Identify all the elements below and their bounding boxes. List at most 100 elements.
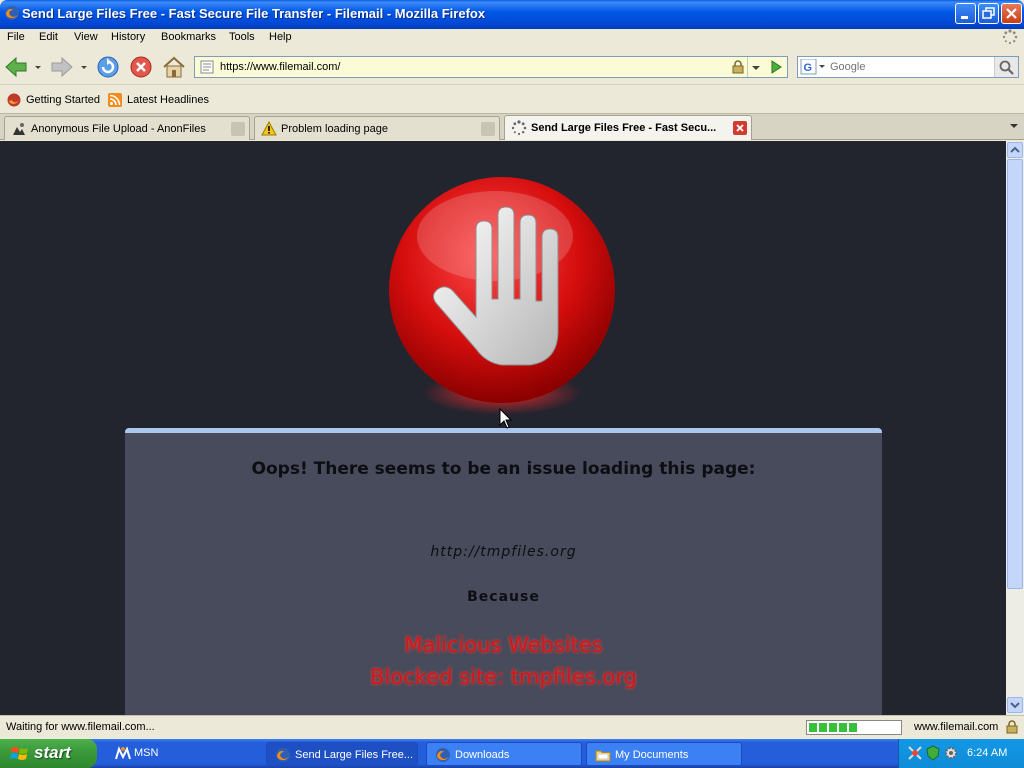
error-heading: Oops! There seems to be an issue loading…	[251, 459, 756, 479]
block-reason: Malicious Websites	[404, 633, 603, 657]
mouse-cursor-icon	[499, 408, 513, 429]
rss-feed-icon	[108, 93, 122, 107]
windows-taskbar: start MSN Send Large Files Free... Downl…	[0, 739, 1024, 768]
tab-label: Anonymous File Upload - AnonFiles	[31, 123, 206, 135]
system-tray: 6:24 AM	[898, 739, 1024, 768]
page-favicon-icon	[200, 60, 214, 74]
stop-icon	[130, 56, 152, 78]
tab-anonfiles[interactable]: Anonymous File Upload - AnonFiles	[4, 116, 250, 140]
taskbar-firefox-window[interactable]: Send Large Files Free...	[266, 742, 418, 766]
tab-close-button[interactable]	[481, 122, 495, 136]
status-domain: www.filemail.com	[914, 721, 999, 733]
menu-help[interactable]: Help	[269, 31, 292, 43]
security-lock-icon[interactable]	[731, 60, 745, 74]
status-text: Waiting for www.filemail.com...	[6, 721, 155, 733]
stop-button[interactable]	[127, 53, 155, 81]
bookmark-label: Latest Headlines	[127, 94, 209, 106]
bookmark-getting-started[interactable]: Getting Started	[6, 92, 102, 108]
security-shield-icon[interactable]	[925, 745, 941, 761]
window-titlebar[interactable]: Send Large Files Free - Fast Secure File…	[0, 0, 1024, 29]
menu-edit[interactable]: Edit	[39, 31, 58, 43]
minimize-button[interactable]	[955, 3, 976, 24]
reload-button[interactable]	[94, 53, 122, 81]
firefox-icon	[5, 6, 19, 20]
chevron-down-icon	[752, 66, 760, 70]
magnifier-icon	[999, 60, 1014, 75]
search-button[interactable]	[994, 57, 1018, 77]
close-icon	[1006, 8, 1017, 19]
taskbar-item-label: Send Large Files Free...	[295, 749, 414, 761]
tab-close-button[interactable]	[231, 122, 245, 136]
tab-strip: Anonymous File Upload - AnonFiles Proble…	[0, 113, 1024, 140]
scroll-up-button[interactable]	[1007, 142, 1023, 158]
search-input[interactable]	[830, 61, 990, 73]
network-tools-icon[interactable]	[907, 745, 923, 761]
search-box[interactable]: G	[797, 56, 1019, 78]
error-panel: Oops! There seems to be an issue loading…	[125, 428, 882, 715]
windows-logo-icon	[10, 747, 28, 760]
menu-file[interactable]: File	[7, 31, 25, 43]
bookmark-latest-headlines[interactable]: Latest Headlines	[107, 92, 211, 108]
taskbar-my-documents[interactable]: My Documents	[586, 742, 742, 766]
list-all-tabs-icon[interactable]	[1008, 120, 1020, 132]
taskbar-downloads[interactable]: Downloads	[426, 742, 582, 766]
menu-bookmarks[interactable]: Bookmarks	[161, 31, 216, 43]
page-content: Oops! There seems to be an issue loading…	[0, 141, 1006, 715]
menu-history[interactable]: History	[111, 31, 145, 43]
forward-history-dropdown[interactable]	[78, 53, 90, 81]
taskbar-msn[interactable]: MSN	[112, 739, 262, 768]
menu-bar: File Edit View History Bookmarks Tools H…	[0, 29, 1024, 49]
chevron-down-icon	[35, 66, 41, 69]
blocked-site-text: Blocked site: tmpfiles.org	[370, 665, 637, 689]
search-engine-selector[interactable]: G	[800, 58, 826, 75]
bookmarks-toolbar: Getting Started Latest Headlines	[0, 88, 1024, 112]
address-bar[interactable]: https://www.filemail.com/	[194, 56, 788, 78]
progress-fill	[809, 723, 859, 732]
because-label: Because	[467, 589, 540, 605]
go-arrow-icon[interactable]	[767, 59, 785, 75]
restore-icon	[982, 7, 995, 19]
tab-label: Problem loading page	[281, 123, 389, 135]
menu-view[interactable]: View	[74, 31, 98, 43]
status-bar: Waiting for www.filemail.com... www.file…	[0, 715, 1024, 739]
chevron-down-icon	[81, 66, 87, 69]
reload-icon	[97, 56, 119, 78]
throbber-icon	[1002, 29, 1018, 45]
back-button[interactable]	[2, 53, 30, 81]
back-history-dropdown[interactable]	[32, 53, 44, 81]
window-title: Send Large Files Free - Fast Secure File…	[22, 6, 486, 21]
scroll-down-button[interactable]	[1007, 697, 1023, 713]
tab-filemail[interactable]: Send Large Files Free - Fast Secu...	[504, 115, 752, 140]
loading-progress-bar	[806, 720, 902, 735]
home-button[interactable]	[160, 53, 188, 81]
taskbar-item-label: MSN	[134, 747, 159, 759]
loading-icon	[511, 120, 527, 136]
settings-gear-icon[interactable]	[943, 745, 959, 761]
vertical-scrollbar[interactable]	[1006, 141, 1024, 715]
security-lock-icon[interactable]	[1005, 720, 1019, 734]
close-icon	[736, 124, 744, 132]
google-icon: G	[800, 58, 825, 75]
tab-label: Send Large Files Free - Fast Secu...	[531, 122, 717, 134]
scroll-thumb[interactable]	[1007, 159, 1023, 589]
maximize-button[interactable]	[978, 3, 999, 24]
warning-icon	[261, 121, 277, 136]
url-text[interactable]: https://www.filemail.com/	[220, 61, 340, 73]
close-window-button[interactable]	[1001, 3, 1022, 24]
start-button[interactable]: start	[0, 739, 97, 768]
minimize-icon	[961, 16, 968, 19]
forward-button[interactable]	[48, 53, 76, 81]
firefox-icon	[276, 748, 290, 762]
tab-problem-loading[interactable]: Problem loading page	[254, 116, 500, 140]
start-label: start	[34, 743, 71, 762]
firefox-bookmark-icon	[7, 93, 21, 107]
taskbar-item-label: Downloads	[455, 749, 510, 761]
msn-icon	[115, 746, 131, 760]
menu-tools[interactable]: Tools	[229, 31, 255, 43]
bookmark-label: Getting Started	[26, 94, 100, 106]
chevron-up-icon	[1010, 146, 1020, 153]
forward-arrow-icon	[51, 56, 73, 78]
tab-close-button[interactable]	[733, 121, 747, 135]
url-history-dropdown[interactable]	[747, 57, 763, 77]
folder-icon	[595, 750, 611, 762]
